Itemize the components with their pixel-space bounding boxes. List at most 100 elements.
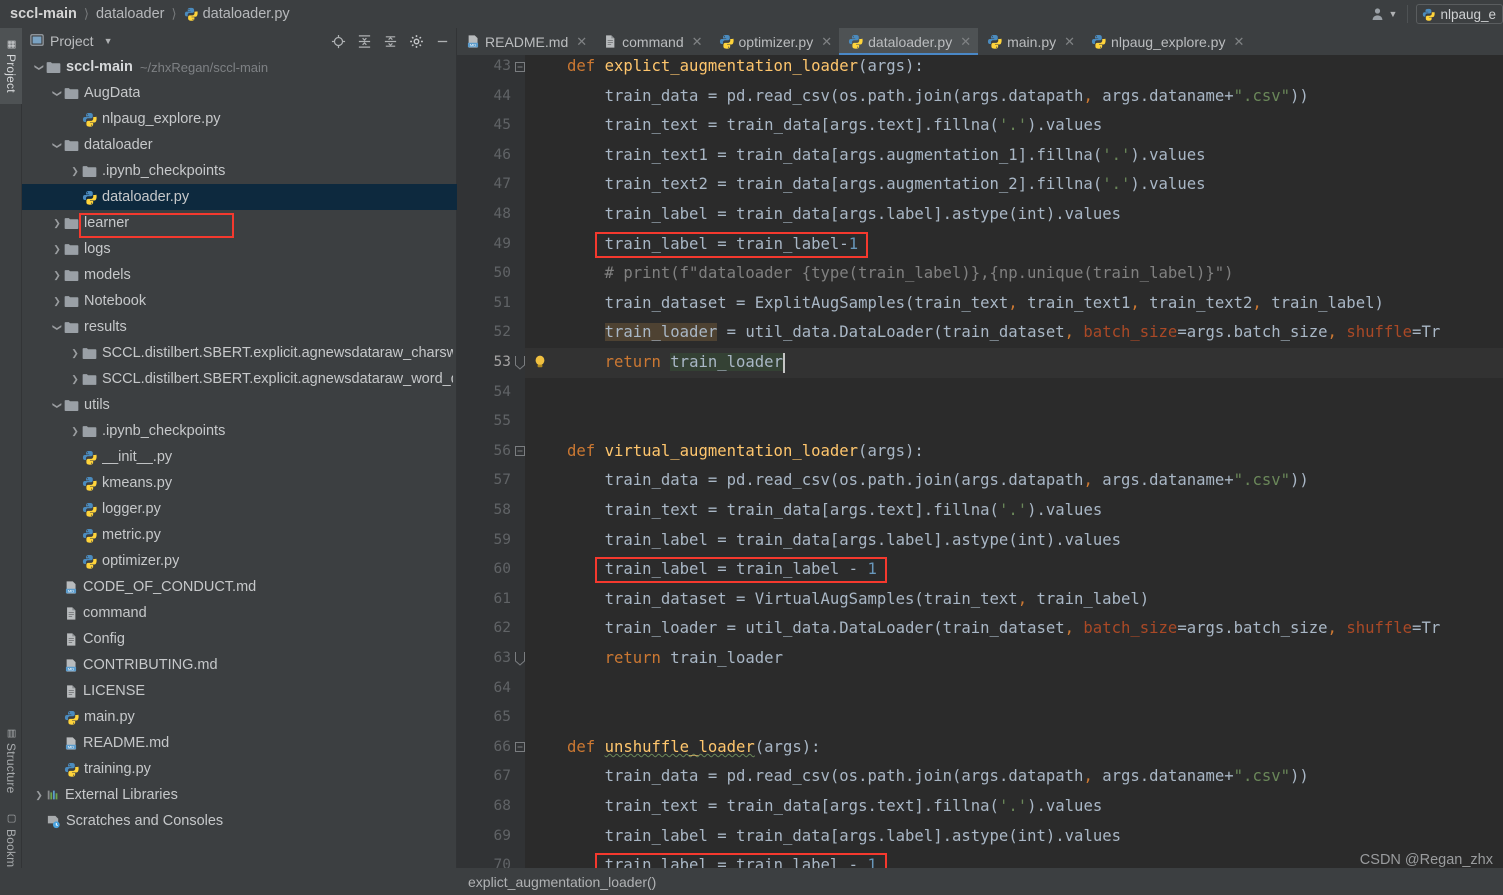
close-icon[interactable]: ✕ [692, 34, 703, 50]
close-icon[interactable]: ✕ [576, 34, 587, 50]
code-line[interactable]: train_loader = util_data.DataLoader(trai… [525, 614, 1503, 644]
code-line[interactable] [525, 407, 1503, 437]
code-line[interactable]: train_text = train_data[args.text].filln… [525, 111, 1503, 141]
tree-item-results[interactable]: ❯ results [22, 314, 457, 340]
lightbulb-icon[interactable] [533, 354, 547, 375]
chevron-right-icon[interactable]: ❯ [50, 244, 64, 255]
tree-item-config[interactable]: Config [22, 626, 457, 652]
chevron-down-icon[interactable]: ❯ [32, 62, 46, 73]
code-line[interactable]: train_label = train_data[args.label].ast… [525, 822, 1503, 852]
code-line[interactable]: def explict_augmentation_loader(args): [525, 55, 1503, 82]
chevron-down-icon[interactable]: ▼ [104, 36, 113, 46]
code-text[interactable]: def explict_augmentation_loader(args): t… [525, 55, 1503, 895]
code-line[interactable]: train_label = train_label-1 [525, 230, 1503, 260]
tree-item-contributing-md[interactable]: MD CONTRIBUTING.md [22, 652, 457, 678]
tree-item-dataloader-py[interactable]: dataloader.py [22, 184, 457, 210]
tree-item-external-libraries[interactable]: ❯ External Libraries [22, 782, 457, 808]
code-line[interactable]: def virtual_augmentation_loader(args): [525, 437, 1503, 467]
fold-collapse-icon[interactable] [514, 733, 525, 763]
editor-tab-dataloader-py[interactable]: dataloader.py ✕ [839, 28, 979, 55]
tree-item-learner[interactable]: ❯ learner [22, 210, 457, 236]
tree-item-dataloader[interactable]: ❯ dataloader [22, 132, 457, 158]
tree-item-logs[interactable]: ❯ logs [22, 236, 457, 262]
editor-tab-main-py[interactable]: main.py ✕ [978, 28, 1082, 55]
code-line[interactable]: train_dataset = VirtualAugSamples(train_… [525, 585, 1503, 615]
code-line[interactable]: # print(f"dataloader {type(train_label)}… [525, 259, 1503, 289]
code-line[interactable]: train_data = pd.read_csv(os.path.join(ar… [525, 82, 1503, 112]
tree-item-scratches-and-consoles[interactable]: Scratches and Consoles [22, 808, 457, 834]
minimize-icon[interactable] [434, 33, 450, 49]
project-panel-title[interactable]: Project ▼ [30, 33, 113, 50]
tree-item-main-py[interactable]: main.py [22, 704, 457, 730]
gear-icon[interactable] [408, 33, 424, 49]
code-line[interactable]: train_text = train_data[args.text].filln… [525, 792, 1503, 822]
chevron-right-icon[interactable]: ❯ [68, 348, 82, 359]
chevron-right-icon[interactable]: ❯ [68, 374, 82, 385]
code-line[interactable]: train_loader = util_data.DataLoader(trai… [525, 318, 1503, 348]
editor-tab-nlpaug-explore-py[interactable]: nlpaug_explore.py ✕ [1082, 28, 1251, 55]
breadcrumb-item-file[interactable]: dataloader.py [184, 6, 290, 22]
tree-item-code-of-conduct-md[interactable]: MD CODE_OF_CONDUCT.md [22, 574, 457, 600]
user-avatar-icon[interactable]: ▼ [1363, 6, 1406, 22]
code-line[interactable]: train_data = pd.read_csv(os.path.join(ar… [525, 762, 1503, 792]
chevron-down-icon[interactable]: ❯ [50, 322, 64, 333]
tree-item-ipynb-checkpoints[interactable]: ❯ .ipynb_checkpoints [22, 158, 457, 184]
fold-collapse-icon[interactable] [514, 55, 525, 82]
tree-item-sccl-distilbert-sbert-explicit-agnewsdataraw-word-d[interactable]: ❯ SCCL.distilbert.SBERT.explicit.agnewsda… [22, 366, 457, 392]
close-icon[interactable]: ✕ [821, 34, 832, 50]
tree-item-init-py[interactable]: __init__.py [22, 444, 457, 470]
tree-item-kmeans-py[interactable]: kmeans.py [22, 470, 457, 496]
code-line[interactable]: train_label = train_label - 1 [525, 555, 1503, 585]
editor-tab-command[interactable]: command ✕ [594, 28, 709, 55]
code-line[interactable] [525, 378, 1503, 408]
chevron-right-icon[interactable]: ❯ [68, 426, 82, 437]
chevron-right-icon[interactable]: ❯ [68, 166, 82, 177]
collapse-all-icon[interactable] [356, 33, 372, 49]
tool-tab-structure[interactable]: ▤ Structure [0, 718, 22, 804]
breadcrumb-item-project[interactable]: sccl-main [10, 6, 77, 22]
target-icon[interactable] [330, 33, 346, 49]
tree-item-augdata[interactable]: ❯ AugData [22, 80, 457, 106]
code-line[interactable]: train_text1 = train_data[args.augmentati… [525, 141, 1503, 171]
tree-item-metric-py[interactable]: metric.py [22, 522, 457, 548]
tree-item-utils[interactable]: ❯ utils [22, 392, 457, 418]
tree-item-notebook[interactable]: ❯ Notebook [22, 288, 457, 314]
code-line[interactable]: train_text = train_data[args.text].filln… [525, 496, 1503, 526]
tree-item-nlpaug-explore-py[interactable]: nlpaug_explore.py [22, 106, 457, 132]
chevron-down-icon[interactable]: ❯ [50, 400, 64, 411]
fold-end-icon[interactable] [514, 644, 525, 674]
close-icon[interactable]: ✕ [1064, 34, 1075, 50]
code-line[interactable]: train_data = pd.read_csv(os.path.join(ar… [525, 466, 1503, 496]
editor-tab-optimizer-py[interactable]: optimizer.py ✕ [710, 28, 840, 55]
fold-collapse-icon[interactable] [514, 437, 525, 467]
chevron-right-icon[interactable]: ❯ [50, 296, 64, 307]
code-line[interactable]: train_text2 = train_data[args.augmentati… [525, 170, 1503, 200]
close-icon[interactable]: ✕ [960, 34, 971, 50]
code-line[interactable]: def unshuffle_loader(args): [525, 733, 1503, 763]
tree-item-license[interactable]: LICENSE [22, 678, 457, 704]
tree-item-command[interactable]: command [22, 600, 457, 626]
code-line[interactable]: train_label = train_data[args.label].ast… [525, 200, 1503, 230]
tree-item-sccl-main[interactable]: ❯ sccl-main ~/zhxRegan/sccl-main [22, 54, 457, 80]
chevron-right-icon[interactable]: ❯ [50, 218, 64, 229]
chevron-down-icon[interactable]: ❯ [50, 140, 64, 151]
close-icon[interactable]: ✕ [1233, 34, 1244, 50]
editor-tab-bar[interactable]: MD README.md ✕ command ✕ optimizer.py ✕ dataloa… [457, 28, 1503, 55]
chevron-down-icon[interactable]: ❯ [50, 88, 64, 99]
code-line[interactable]: train_label = train_data[args.label].ast… [525, 526, 1503, 556]
project-file-tree[interactable]: ❯ sccl-main ~/zhxRegan/sccl-main ❯ AugData nl… [22, 54, 457, 882]
code-line[interactable]: return train_loader [525, 644, 1503, 674]
expand-all-icon[interactable] [382, 33, 398, 49]
tree-item-training-py[interactable]: training.py [22, 756, 457, 782]
run-configuration-selector[interactable]: nlpaug_e [1416, 4, 1503, 24]
tree-item-readme-md[interactable]: MD README.md [22, 730, 457, 756]
chevron-right-icon[interactable]: ❯ [32, 790, 46, 801]
breadcrumb-item-folder[interactable]: dataloader [96, 6, 165, 22]
tree-item-ipynb-checkpoints[interactable]: ❯ .ipynb_checkpoints [22, 418, 457, 444]
code-viewport[interactable]: 43 44 45 46 47 48 49 50 51 52 53 54 55 56 57 58 59 60 61 62… [457, 55, 1503, 895]
code-line[interactable]: train_dataset = ExplitAugSamples(train_t… [525, 289, 1503, 319]
tree-item-models[interactable]: ❯ models [22, 262, 457, 288]
code-line[interactable]: return train_loader [525, 348, 1503, 378]
tree-item-optimizer-py[interactable]: optimizer.py [22, 548, 457, 574]
fold-end-icon[interactable] [514, 348, 525, 378]
